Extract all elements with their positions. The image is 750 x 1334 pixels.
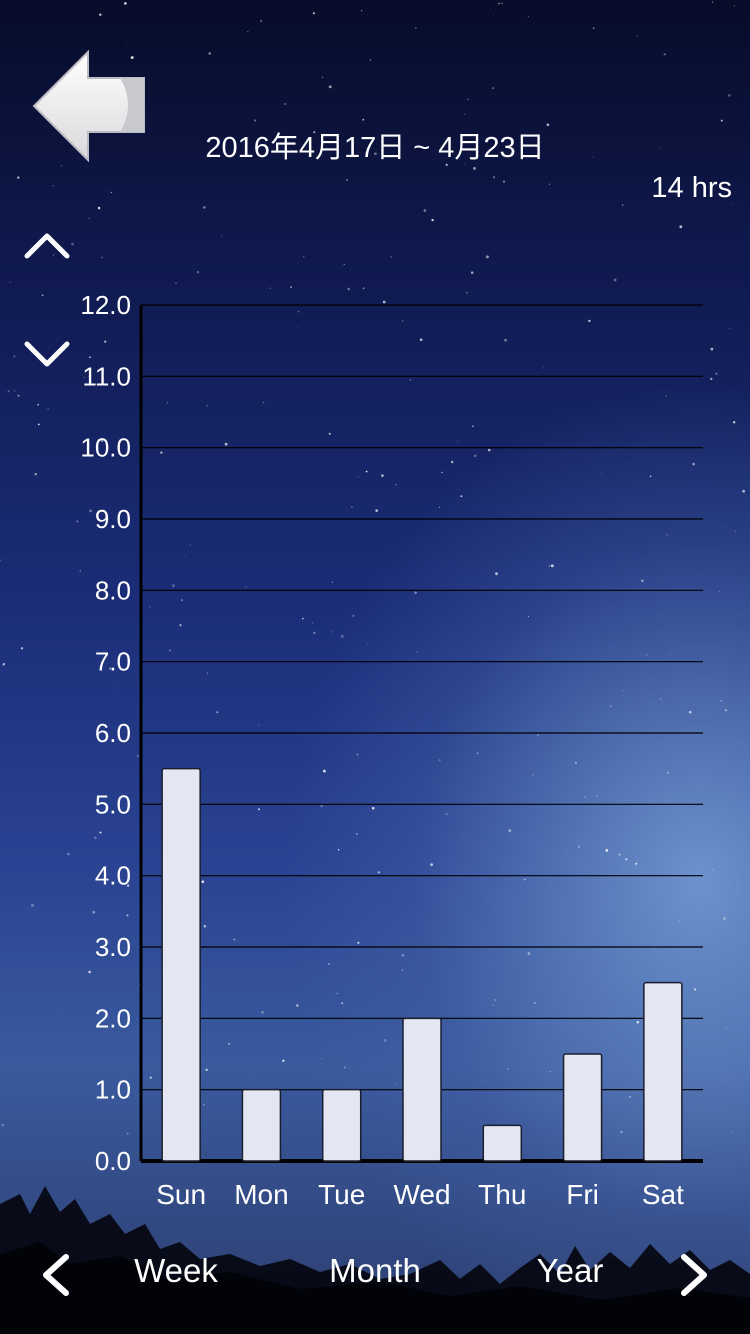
y-tick-label: 1.0	[95, 1075, 131, 1105]
bar-mon	[241, 1088, 282, 1162]
chevron-right-icon	[681, 1254, 707, 1296]
x-tick-label: Wed	[393, 1179, 450, 1210]
y-tick-label: 11.0	[82, 361, 131, 391]
bar-fri	[562, 1053, 603, 1162]
bar-sat	[643, 981, 683, 1162]
y-tick-label: 4.0	[95, 861, 131, 891]
tab-year[interactable]: Year	[490, 1252, 650, 1290]
y-tick-label: 6.0	[95, 718, 131, 748]
y-tick-label: 2.0	[95, 1003, 131, 1033]
x-tick-label: Fri	[566, 1179, 599, 1210]
chevron-left-icon	[43, 1254, 69, 1296]
bar-tue	[321, 1088, 362, 1162]
bar-sun	[161, 767, 201, 1162]
next-period-button[interactable]	[674, 1252, 714, 1298]
tab-week[interactable]: Week	[96, 1252, 256, 1290]
previous-period-button[interactable]	[36, 1252, 76, 1298]
x-tick-label: Thu	[478, 1179, 526, 1210]
y-tick-label: 3.0	[95, 932, 131, 962]
y-tick-label: 10.0	[80, 433, 131, 463]
date-range-label: 2016年4月17日 ~ 4月23日	[205, 132, 545, 164]
y-tick-label: 8.0	[95, 575, 131, 605]
y-tick-label: 7.0	[95, 647, 131, 677]
y-tick-label: 5.0	[95, 789, 131, 819]
x-tick-label: Sat	[642, 1179, 684, 1210]
y-tick-label: 0.0	[95, 1146, 131, 1176]
sleep-hours-bar-chart: 0.0 1.0 2.0 3.0 4.0 5.0 6.0 7.0 8.0 9.0 10.0 11.0 12…	[80, 290, 703, 1210]
chevron-up-icon	[24, 233, 70, 259]
total-hours-label: 14 hrs	[651, 172, 732, 204]
scale-up-button[interactable]	[22, 228, 72, 262]
bar-wed	[402, 1017, 442, 1162]
x-tick-label: Mon	[234, 1179, 288, 1210]
tab-month[interactable]: Month	[295, 1252, 455, 1290]
x-tick-label: Sun	[156, 1179, 206, 1210]
bar-thu	[482, 1124, 523, 1162]
x-tick-label: Tue	[318, 1179, 365, 1210]
range-selector: Week Month Year	[0, 1240, 750, 1310]
screen: 2016年4月17日 ~ 4月23日 14 hrs 0.0 1.0 2.0 3.0 4.…	[0, 0, 750, 1334]
y-tick-label: 9.0	[95, 504, 131, 534]
y-tick-label: 12.0	[80, 290, 131, 320]
